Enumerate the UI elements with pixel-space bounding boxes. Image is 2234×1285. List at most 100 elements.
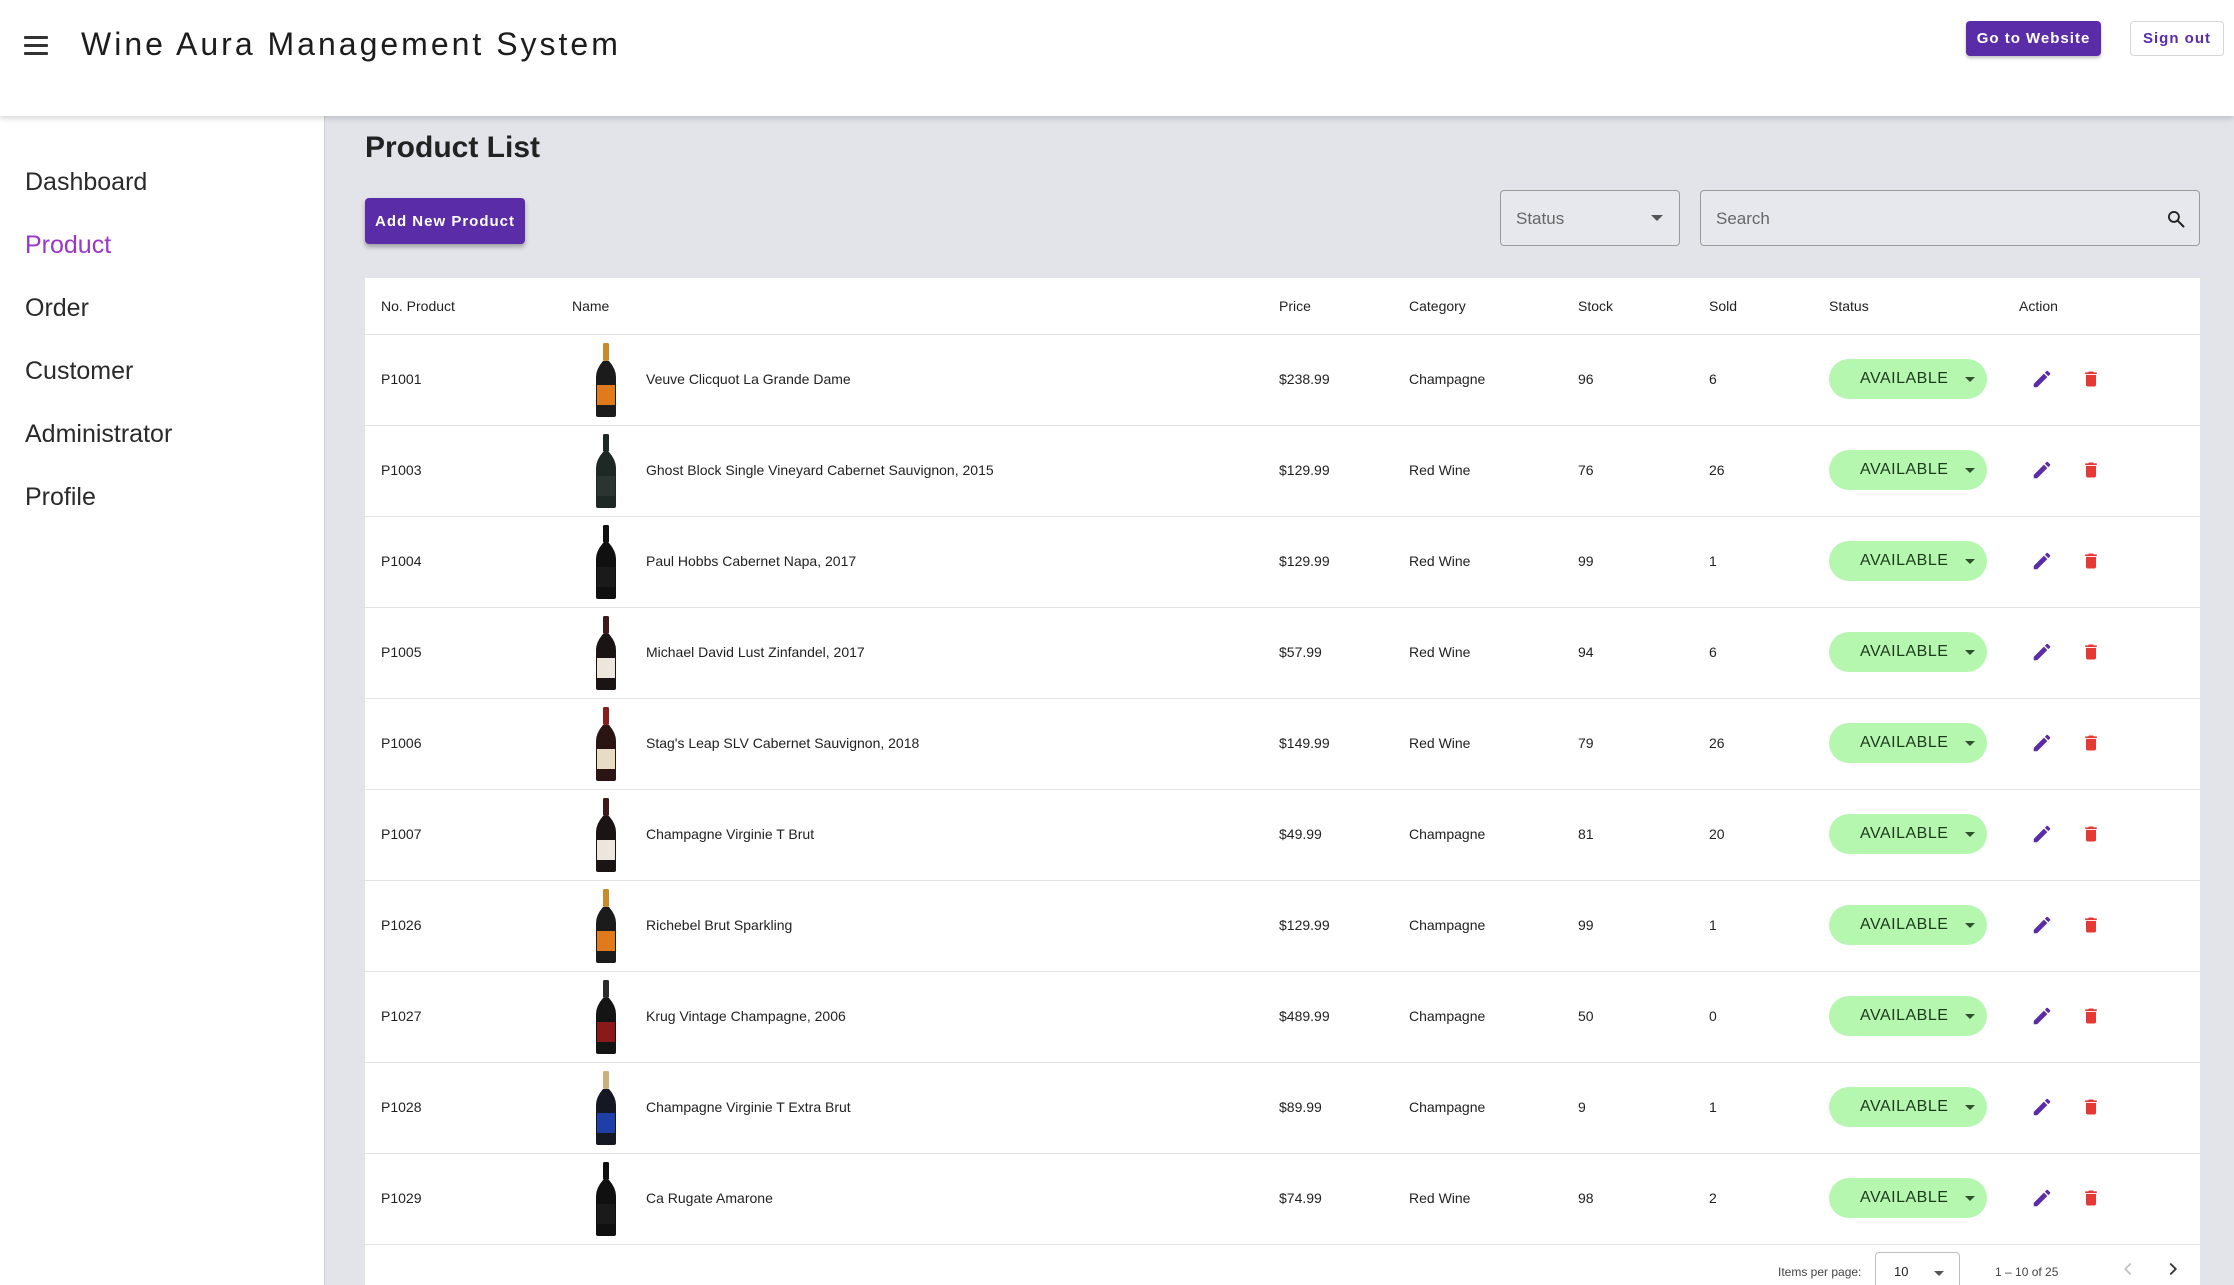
- search-input[interactable]: [1716, 201, 2136, 237]
- sidebar-item-product[interactable]: Product: [25, 231, 111, 260]
- status-value: AVAILABLE: [1860, 825, 1949, 842]
- product-name: Champagne Virginie T Brut: [646, 826, 815, 842]
- product-price: $89.99: [1279, 1099, 1322, 1115]
- delete-icon[interactable]: [2081, 914, 2101, 936]
- items-per-page-select[interactable]: 10: [1875, 1252, 1960, 1285]
- column-header-stock: Stock: [1578, 298, 1614, 314]
- product-sold: 1: [1709, 1099, 1717, 1115]
- product-category: Red Wine: [1409, 644, 1471, 660]
- product-image: [596, 616, 616, 690]
- product-table: No. Product Name Price Category Stock So…: [365, 278, 2200, 1285]
- product-category: Red Wine: [1409, 735, 1471, 751]
- product-category: Champagne: [1409, 1008, 1486, 1024]
- product-category: Champagne: [1409, 371, 1486, 387]
- status-dropdown[interactable]: AVAILABLE: [1829, 450, 1987, 490]
- delete-icon[interactable]: [2081, 732, 2101, 754]
- delete-icon[interactable]: [2081, 550, 2101, 572]
- status-filter-select[interactable]: Status: [1500, 190, 1680, 246]
- status-value: AVAILABLE: [1860, 1098, 1949, 1115]
- table-row: P1029 Ca Rugate Amarone $74.99 Red Wine …: [365, 1154, 2200, 1245]
- page-title: Product List: [365, 131, 541, 164]
- dropdown-arrow-icon: [1965, 377, 1975, 382]
- sidebar-item-customer[interactable]: Customer: [25, 357, 133, 386]
- product-stock: 9: [1578, 1099, 1586, 1115]
- delete-icon[interactable]: [2081, 1187, 2101, 1209]
- product-image: [596, 889, 616, 963]
- product-category: Red Wine: [1409, 553, 1471, 569]
- sidebar-item-dashboard[interactable]: Dashboard: [25, 168, 147, 197]
- product-sold: 20: [1709, 826, 1725, 842]
- edit-icon[interactable]: [2031, 823, 2053, 845]
- sign-out-button[interactable]: Sign out: [2130, 21, 2224, 56]
- product-id: P1003: [381, 462, 422, 478]
- search-field: [1700, 190, 2200, 246]
- dropdown-arrow-icon: [1651, 215, 1663, 221]
- edit-icon[interactable]: [2031, 914, 2053, 936]
- edit-icon[interactable]: [2031, 641, 2053, 663]
- status-value: AVAILABLE: [1860, 1007, 1949, 1024]
- status-value: AVAILABLE: [1860, 552, 1949, 569]
- product-name: Champagne Virginie T Extra Brut: [646, 1099, 851, 1115]
- next-page-icon[interactable]: [2162, 1258, 2184, 1280]
- product-id: P1006: [381, 735, 422, 751]
- product-sold: 6: [1709, 644, 1717, 660]
- sidebar-item-profile[interactable]: Profile: [25, 483, 96, 512]
- delete-icon[interactable]: [2081, 459, 2101, 481]
- column-header-price: Price: [1279, 298, 1311, 314]
- column-header-sold: Sold: [1709, 298, 1738, 314]
- edit-icon[interactable]: [2031, 459, 2053, 481]
- sidebar-item-order[interactable]: Order: [25, 294, 89, 323]
- dropdown-arrow-icon: [1965, 468, 1975, 473]
- status-dropdown[interactable]: AVAILABLE: [1829, 632, 1987, 672]
- product-price: $74.99: [1279, 1190, 1322, 1206]
- dropdown-arrow-icon: [1965, 741, 1975, 746]
- go-to-website-button[interactable]: Go to Website: [1966, 21, 2101, 56]
- delete-icon[interactable]: [2081, 1005, 2101, 1027]
- product-sold: 1: [1709, 553, 1717, 569]
- edit-icon[interactable]: [2031, 368, 2053, 390]
- product-price: $149.99: [1279, 735, 1330, 751]
- sidebar-item-administrator[interactable]: Administrator: [25, 420, 172, 449]
- hamburger-menu-icon[interactable]: [24, 36, 48, 58]
- product-sold: 2: [1709, 1190, 1717, 1206]
- column-header-status: Status: [1829, 298, 1869, 314]
- edit-icon[interactable]: [2031, 550, 2053, 572]
- table-row: P1028 Champagne Virginie T Extra Brut $8…: [365, 1063, 2200, 1154]
- table-row: P1007 Champagne Virginie T Brut $49.99 C…: [365, 790, 2200, 881]
- edit-icon[interactable]: [2031, 1096, 2053, 1118]
- edit-icon[interactable]: [2031, 1005, 2053, 1027]
- product-name: Stag's Leap SLV Cabernet Sauvignon, 2018: [646, 735, 920, 751]
- add-new-product-button[interactable]: Add New Product: [365, 198, 525, 244]
- status-dropdown[interactable]: AVAILABLE: [1829, 541, 1987, 581]
- table-row: P1006 Stag's Leap SLV Cabernet Sauvignon…: [365, 699, 2200, 790]
- status-dropdown[interactable]: AVAILABLE: [1829, 359, 1987, 399]
- product-sold: 0: [1709, 1008, 1717, 1024]
- product-stock: 79: [1578, 735, 1594, 751]
- product-stock: 96: [1578, 371, 1594, 387]
- table-row: P1004 Paul Hobbs Cabernet Napa, 2017 $12…: [365, 517, 2200, 608]
- edit-icon[interactable]: [2031, 1187, 2053, 1209]
- status-dropdown[interactable]: AVAILABLE: [1829, 1178, 1987, 1218]
- status-value: AVAILABLE: [1860, 734, 1949, 751]
- edit-icon[interactable]: [2031, 732, 2053, 754]
- product-stock: 81: [1578, 826, 1594, 842]
- previous-page-icon[interactable]: [2117, 1258, 2139, 1280]
- product-id: P1001: [381, 371, 422, 387]
- table-row: P1026 Richebel Brut Sparkling $129.99 Ch…: [365, 881, 2200, 972]
- delete-icon[interactable]: [2081, 1096, 2101, 1118]
- delete-icon[interactable]: [2081, 823, 2101, 845]
- product-name: Ghost Block Single Vineyard Cabernet Sau…: [646, 462, 994, 478]
- status-dropdown[interactable]: AVAILABLE: [1829, 905, 1987, 945]
- status-dropdown[interactable]: AVAILABLE: [1829, 814, 1987, 854]
- delete-icon[interactable]: [2081, 641, 2101, 663]
- status-dropdown[interactable]: AVAILABLE: [1829, 1087, 1987, 1127]
- status-dropdown[interactable]: AVAILABLE: [1829, 996, 1987, 1036]
- product-image: [596, 343, 616, 417]
- delete-icon[interactable]: [2081, 368, 2101, 390]
- status-dropdown[interactable]: AVAILABLE: [1829, 723, 1987, 763]
- search-icon[interactable]: [2166, 209, 2186, 229]
- product-price: $57.99: [1279, 644, 1322, 660]
- product-name: Veuve Clicquot La Grande Dame: [646, 371, 851, 387]
- product-name: Michael David Lust Zinfandel, 2017: [646, 644, 865, 660]
- sidebar: Dashboard Product Order Customer Adminis…: [0, 116, 325, 1285]
